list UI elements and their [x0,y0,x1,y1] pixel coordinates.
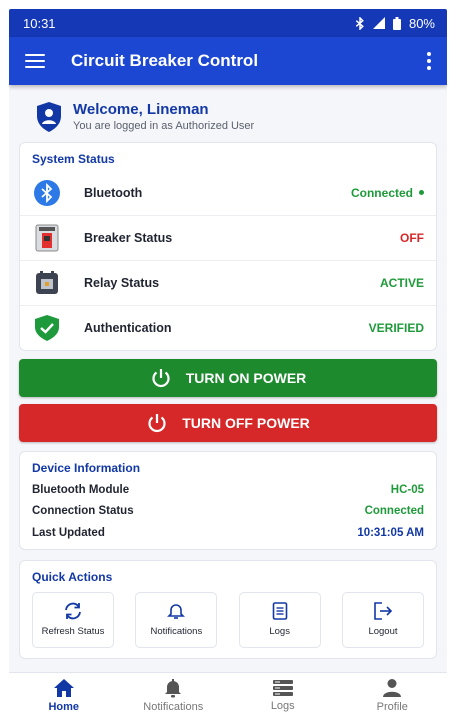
status-icons: 80% [355,16,435,31]
quick-actions-card: Quick Actions Refresh Status Notificatio… [19,559,437,659]
device-info-label: Bluetooth Module [32,483,130,496]
welcome-section: Welcome, Lineman You are logged in as Au… [21,93,435,142]
menu-icon[interactable] [25,54,45,68]
status-label: Relay Status [84,276,160,290]
status-value: Connected [351,186,424,200]
quick-action-label: Notifications [150,626,203,637]
welcome-title: Welcome, Lineman [73,101,209,118]
power-icon [148,414,166,433]
status-value-text: Connected [350,185,413,200]
shield-check-icon [32,313,62,343]
person-icon [383,679,402,697]
status-bar: 10:31 80% [9,9,447,37]
nav-label: Home [48,701,80,713]
status-label: Breaker Status [84,231,173,245]
status-row-bluetooth: Bluetooth Connected [20,170,436,215]
device-info-card: Device Information Bluetooth Module HC-0… [19,451,437,550]
phone-screen: 10:31 80% Circuit Breaker Control Welcom… [9,9,447,718]
status-row-breaker: Breaker Status OFF [20,215,436,260]
device-info-row: Connection Status Connected [20,501,436,523]
status-value: OFF [400,231,424,245]
logout-icon [374,602,393,620]
welcome-subtitle: You are logged in as Authorized User [73,120,255,132]
device-info-value: 10:31:05 AM [357,526,424,539]
device-info-value: HC-05 [390,483,424,496]
battery-icon [392,16,401,30]
app-title: Circuit Breaker Control [71,51,259,70]
turn-off-power-button[interactable]: TURN OFF POWER [19,404,437,442]
status-row-relay: Relay Status ACTIVE [20,260,436,305]
nav-label: Logs [270,700,295,712]
main-content: Welcome, Lineman You are logged in as Au… [9,85,447,142]
list-icon [272,680,293,696]
device-info-value: Connected [364,505,424,518]
connected-dot [419,190,424,195]
logout-button[interactable]: Logout [341,591,424,648]
device-info-label: Connection Status [32,505,134,518]
system-status-heading: System Status [32,152,115,166]
bell-icon [165,679,182,698]
bluetooth-status-icon [355,16,364,30]
turn-on-power-button[interactable]: TURN ON POWER [19,359,437,397]
nav-home[interactable]: Home [9,673,119,718]
quick-action-label: Refresh Status [41,626,105,637]
nav-logs[interactable]: Logs [228,673,338,718]
turn-on-label: TURN ON POWER [185,370,307,386]
notifications-button[interactable]: Notifications [135,591,218,648]
battery-percent: 80% [408,15,435,31]
more-options-icon[interactable] [423,48,435,74]
refresh-icon [65,602,81,620]
status-value: VERIFIED [368,321,424,335]
bell-icon [167,604,186,619]
app-bar: Circuit Breaker Control [9,37,447,85]
nav-profile[interactable]: Profile [338,673,448,718]
device-info-heading: Device Information [32,461,141,475]
nav-label: Notifications [143,701,204,713]
quick-action-label: Logout [368,626,398,637]
relay-icon [32,268,62,298]
breaker-icon [32,223,62,253]
status-value: ACTIVE [379,276,424,290]
status-label: Authentication [84,321,172,335]
nav-label: Profile [376,701,408,713]
refresh-status-button[interactable]: Refresh Status [32,591,114,648]
status-label: Bluetooth [84,185,143,200]
user-shield-icon [37,101,61,132]
turn-off-label: TURN OFF POWER [182,415,310,431]
quick-actions-row: Refresh Status Notifications Logs Logout [20,584,436,658]
bluetooth-icon [32,178,62,208]
device-info-row: Bluetooth Module HC-05 [20,479,436,501]
power-icon [152,369,170,388]
quick-action-label: Logs [269,626,290,637]
device-info-label: Last Updated [32,526,105,539]
status-time: 10:31 [23,15,56,31]
device-info-row: Last Updated 10:31:05 AM [20,522,436,544]
quick-actions-heading: Quick Actions [32,569,113,584]
system-status-card: System Status Bluetooth Connected Breake… [19,142,437,351]
logs-button[interactable]: Logs [238,591,321,648]
bottom-navigation: Home Notifications Logs Profile [9,672,447,718]
status-row-authentication: Authentication VERIFIED [20,305,436,350]
signal-icon [372,17,385,29]
document-icon [272,602,287,620]
nav-notifications[interactable]: Notifications [119,673,229,718]
home-icon [53,679,74,697]
